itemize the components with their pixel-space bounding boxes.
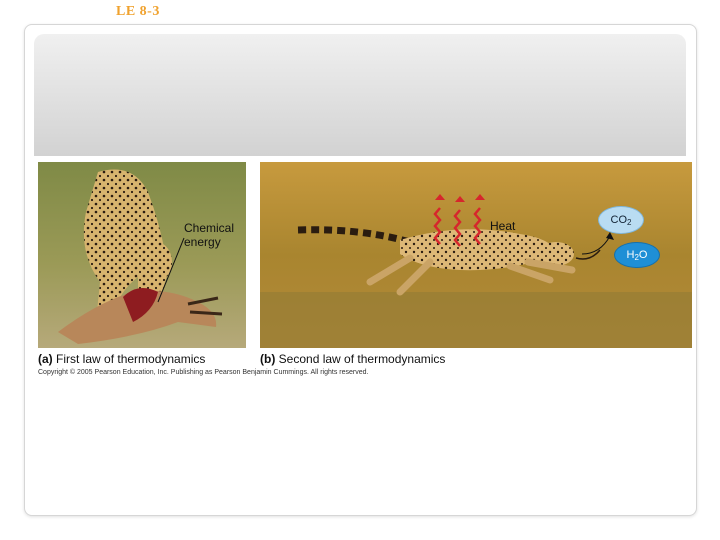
h2o-bubble: H2O xyxy=(614,242,660,268)
co2-text: CO xyxy=(610,214,628,226)
copyright-credit: Copyright © 2005 Pearson Education, Inc.… xyxy=(38,369,369,376)
h2o-o-text: O xyxy=(638,249,648,261)
co2-subscript: 2 xyxy=(627,218,632,227)
slide-title: LE 8-3 xyxy=(116,4,160,19)
thermodynamics-figure: Chemical energy Heat CO2 H2O (a) First l… xyxy=(32,156,696,382)
panel-a-letter: (a) xyxy=(38,352,53,366)
cheetah-eating-photo xyxy=(38,162,246,348)
label-pointer-line xyxy=(157,237,185,303)
panel-a-caption-text: First law of thermodynamics xyxy=(56,352,206,366)
card-header-band xyxy=(34,34,686,156)
panel-b-caption-text: Second law of thermodynamics xyxy=(278,352,446,366)
panel-b-letter: (b) xyxy=(260,352,276,366)
breath-arrow-icon xyxy=(581,232,614,255)
panel-b-caption: (b) Second law of thermodynamics xyxy=(260,352,445,366)
panel-a-caption: (a) First law of thermodynamics xyxy=(38,352,205,366)
label-line-1: Chemical xyxy=(184,221,235,235)
heat-label: Heat xyxy=(490,219,516,233)
